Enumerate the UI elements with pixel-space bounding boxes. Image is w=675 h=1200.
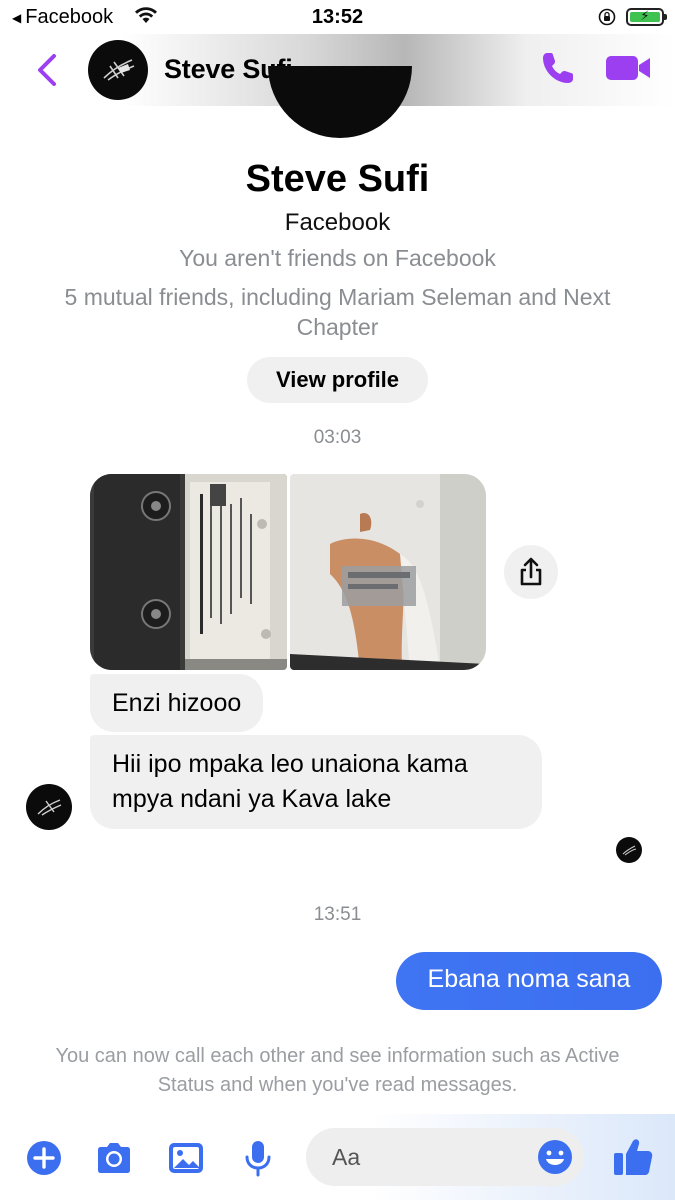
profile-platform: Facebook bbox=[284, 209, 391, 236]
profile-name: Steve Sufi bbox=[245, 158, 430, 200]
view-profile-button[interactable]: View profile bbox=[247, 357, 428, 403]
rotation-lock-icon bbox=[598, 8, 616, 26]
cassette-photo[interactable] bbox=[90, 474, 287, 670]
cassette-cover-photo[interactable] bbox=[290, 474, 486, 670]
profile-avatar[interactable] bbox=[268, 66, 412, 138]
contact-avatar[interactable] bbox=[88, 40, 148, 100]
video-camera-icon[interactable] bbox=[604, 50, 652, 86]
microphone-icon[interactable] bbox=[238, 1138, 278, 1178]
friend-status: You aren't friends on Facebook bbox=[179, 245, 496, 271]
clock: 13:52 bbox=[311, 6, 364, 28]
sender-avatar[interactable] bbox=[26, 784, 72, 830]
incoming-message[interactable]: Hii ipo mpaka leo unaiona kama mpya ndan… bbox=[90, 735, 542, 829]
read-receipt-avatar bbox=[616, 837, 642, 863]
outgoing-message[interactable]: Ebana noma sana bbox=[396, 952, 662, 1010]
share-button[interactable] bbox=[504, 545, 558, 599]
camera-icon[interactable] bbox=[94, 1138, 134, 1178]
battery-icon: ⚡ bbox=[626, 8, 667, 26]
phone-icon[interactable] bbox=[538, 48, 578, 88]
gallery-icon[interactable] bbox=[166, 1138, 206, 1178]
thumbs-up-icon[interactable] bbox=[612, 1136, 654, 1178]
incoming-message[interactable]: Enzi hizooo bbox=[90, 674, 264, 732]
plus-icon[interactable] bbox=[24, 1138, 64, 1178]
timestamp: 13:51 bbox=[313, 904, 362, 925]
emoji-icon[interactable] bbox=[536, 1138, 574, 1176]
mutual-friends: 5 mutual friends, including Mariam Selem… bbox=[64, 284, 611, 340]
share-icon bbox=[520, 557, 542, 586]
timestamp: 03:03 bbox=[313, 427, 362, 448]
call-info-notice: You can now call each other and see info… bbox=[55, 1045, 620, 1096]
back-chevron-icon[interactable] bbox=[32, 52, 62, 88]
status-bar: ◀ Facebook 13:52 ⚡ bbox=[0, 0, 675, 34]
